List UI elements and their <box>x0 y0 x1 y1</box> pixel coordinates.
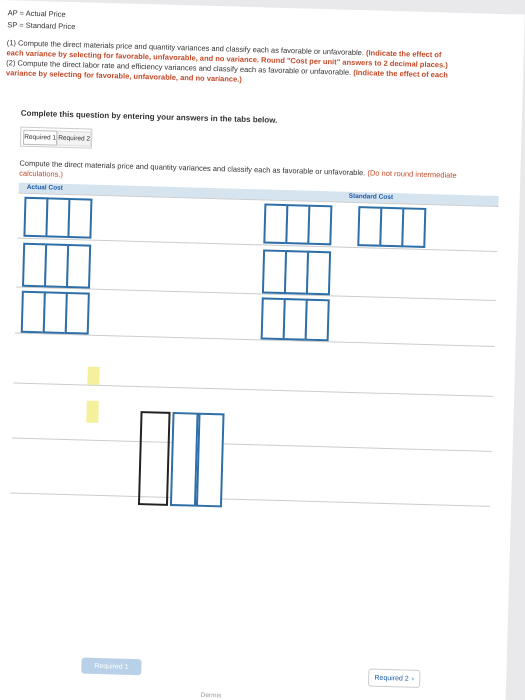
tab-required-1[interactable]: Required 1 <box>22 129 58 146</box>
task-line2: calculations.) <box>19 168 64 179</box>
standard-cost-input[interactable] <box>401 207 427 248</box>
header-standard-cost: Standard Cost <box>348 192 394 202</box>
prev-button[interactable]: Required 1 <box>81 657 142 676</box>
next-label: Required 2 <box>374 674 409 683</box>
screen: AP = Actual Price SP = Standard Price (1… <box>0 0 525 700</box>
complete-prompt: Complete this question by entering your … <box>20 108 278 125</box>
answer-table: Actual Cost Standard Cost <box>7 182 499 616</box>
chevron-right-icon: › <box>411 675 415 683</box>
next-button[interactable]: Required 2 › <box>367 668 421 688</box>
standard-cost-input[interactable] <box>304 298 330 342</box>
instruction-emphasis: (Indicate the effect of each <box>353 67 448 80</box>
tab-required-2[interactable]: Required 2 <box>56 130 92 147</box>
task-note: (Do not round intermediate <box>367 168 457 180</box>
actual-cost-input[interactable] <box>64 291 90 335</box>
header-actual-cost: Actual Cost <box>26 183 63 192</box>
variance-input[interactable] <box>169 411 199 507</box>
task-line1: Compute the direct materials price and q… <box>19 159 456 181</box>
variance-box <box>137 411 171 506</box>
definition-ap: AP = Actual Price <box>7 8 66 19</box>
result-cell[interactable] <box>87 366 100 385</box>
tab-bar: Required 1 Required 2 <box>19 126 93 149</box>
task-text: Compute the direct materials price and q… <box>19 158 366 178</box>
standard-cost-input[interactable] <box>307 204 333 246</box>
footer-text: Dermis <box>200 691 222 700</box>
actual-cost-input[interactable] <box>65 243 92 289</box>
definition-sp: SP = Standard Price <box>7 20 76 32</box>
standard-cost-input[interactable] <box>305 250 332 296</box>
question-panel: AP = Actual Price SP = Standard Price (1… <box>0 0 525 700</box>
result-cell[interactable] <box>86 400 99 423</box>
actual-cost-input[interactable] <box>67 197 93 239</box>
variance-input[interactable] <box>195 412 225 508</box>
